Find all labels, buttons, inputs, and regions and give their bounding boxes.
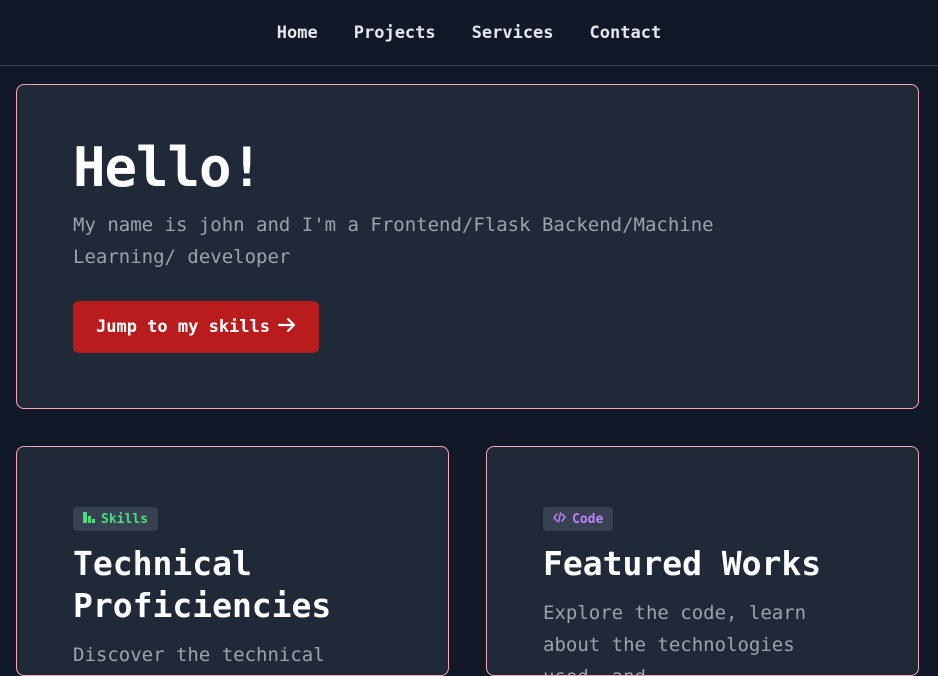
works-card-text: Explore the code, learn about the techno… bbox=[543, 602, 807, 675]
skills-tag-label: Skills bbox=[101, 511, 148, 527]
hero-card: Hello! My name is john and I'm a Fronten… bbox=[16, 84, 919, 409]
nav-contact-link[interactable]: Contact bbox=[572, 23, 680, 43]
nav-home-link[interactable]: Home bbox=[259, 23, 336, 43]
skills-card-text: Discover the technical bbox=[73, 644, 325, 666]
code-icon bbox=[553, 511, 566, 527]
jump-to-skills-button[interactable]: Jump to my skills bbox=[73, 301, 319, 353]
skills-card-title: Technical Proficiencies bbox=[73, 544, 332, 625]
works-card[interactable]: Code Featured Works Explore the code, le… bbox=[486, 446, 919, 676]
code-tag: Code bbox=[543, 507, 614, 531]
hero-subtitle: My name is john and I'm a Frontend/Flask… bbox=[73, 214, 714, 268]
arrow-right-icon bbox=[277, 317, 296, 337]
chart-icon bbox=[83, 511, 95, 527]
button-label: Jump to my skills bbox=[96, 317, 270, 337]
skills-card[interactable]: Skills Technical Proficiencies Discover … bbox=[16, 446, 449, 676]
skills-tag: Skills bbox=[73, 507, 158, 531]
code-tag-label: Code bbox=[572, 511, 604, 527]
nav-projects-link[interactable]: Projects bbox=[336, 23, 454, 43]
nav-services-link[interactable]: Services bbox=[454, 23, 572, 43]
works-card-title: Featured Works bbox=[543, 544, 822, 583]
hero-title: Hello! bbox=[73, 136, 263, 199]
top-navigation: Home Projects Services Contact bbox=[0, 0, 938, 66]
